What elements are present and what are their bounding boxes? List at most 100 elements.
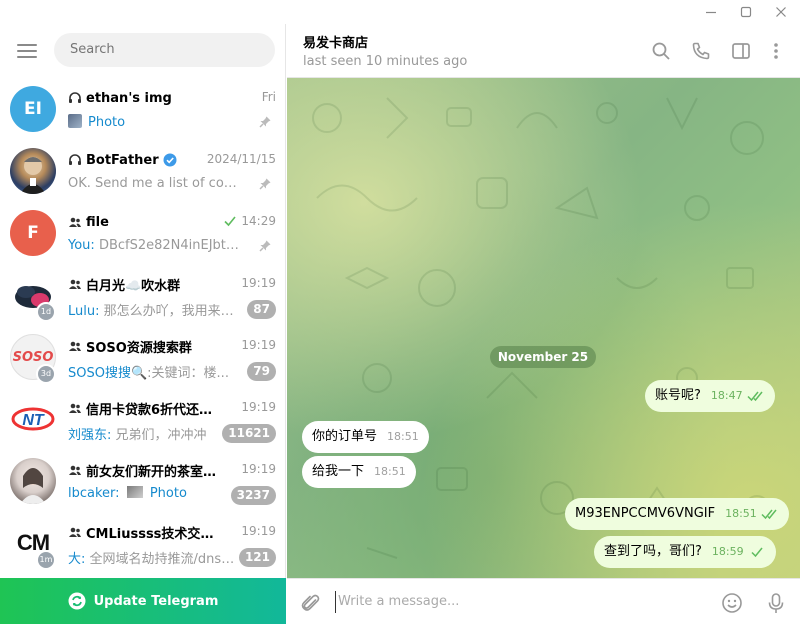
subscription-badge: 1m (36, 550, 56, 570)
search-input[interactable] (54, 33, 275, 67)
chat-time: 2024/11/15 (206, 152, 276, 166)
chat-time: 19:19 (241, 400, 276, 414)
chat-item-tea-room[interactable]: 前女友们新开的茶室 | ... 19:19 lbcaker: Photo 323… (0, 450, 286, 512)
check-icon (751, 547, 763, 557)
chat-preview: You: DBcfS2e82N4inEJbtktZ2... (68, 238, 246, 256)
nt-logo-icon: NT (11, 407, 55, 431)
minimize-icon (706, 11, 716, 14)
chat-item-cmliussss[interactable]: CM 1m CMLiussss技术交流群 19:19 大: 全网域名劫持推流/d… (0, 512, 286, 574)
avatar: NT (10, 396, 56, 442)
chat-preview: OK. Send me a list of comma... (68, 176, 246, 191)
chat-item-botfather[interactable]: BotFather 2024/11/15 OK. Send me a list … (0, 140, 286, 202)
message-bubble-outgoing[interactable]: 查到了吗，哥们? 18:59 (594, 536, 776, 568)
chat-time: 19:19 (241, 276, 276, 290)
chat-preview: Photo (68, 114, 246, 132)
chat-item-credit-card[interactable]: NT 信用卡贷款6折代还、7... 19:19 刘强东: 兄弟们，冲冲冲 116… (0, 388, 286, 450)
conversation-title: 易发卡商店 (303, 36, 369, 51)
message-area[interactable]: November 25 账号呢? 18:47 你的订单号 18:51 给我一下 18:… (287, 78, 800, 578)
chat-name: BotFather (68, 151, 218, 169)
message-text: 账号呢? (655, 388, 701, 403)
message-time: 18:51 (374, 465, 406, 478)
photo-thumbnail-icon (126, 486, 143, 498)
chat-item-soso[interactable]: SOSO 3d SOSO资源搜索群 19:19 SOSO搜搜🔍:关键词：楼...… (0, 326, 286, 388)
avatar (10, 458, 56, 504)
preview-text: Photo (88, 115, 126, 130)
chat-name: 白月光☁️吹水群 (68, 275, 218, 293)
headphones-icon (69, 92, 81, 103)
message-bubble-outgoing[interactable]: M93ENPCCMV6VNGIF 18:51 (565, 498, 789, 530)
message-input[interactable]: Write a message... (335, 591, 695, 613)
date-separator: November 25 (490, 346, 596, 368)
avatar (10, 148, 56, 194)
preview-text: 兄弟们，冲冲冲 (115, 428, 207, 442)
chat-name: 信用卡贷款6折代还、7... (68, 399, 218, 417)
main-menu-button[interactable] (14, 40, 40, 62)
preview-sender: Lulu: (68, 304, 100, 318)
group-icon (69, 403, 81, 413)
search-icon[interactable] (651, 41, 671, 61)
update-telegram-button[interactable]: Update Telegram (0, 578, 286, 624)
preview-sender: You: (68, 238, 95, 253)
more-options-icon[interactable] (766, 41, 786, 61)
maximize-button[interactable] (731, 0, 761, 24)
chat-time: 19:19 (241, 338, 276, 352)
menu-icon-line (17, 44, 37, 46)
phone-icon[interactable] (691, 41, 711, 61)
close-icon (776, 7, 786, 17)
chat-preview: Lulu: 那怎么办吖，我用来激... (68, 300, 246, 318)
message-text: 查到了吗，哥们? (604, 544, 702, 559)
window-titlebar (0, 0, 800, 24)
conversation-status: last seen 10 minutes ago (303, 54, 468, 69)
message-bubble-outgoing[interactable]: 账号呢? 18:47 (645, 380, 775, 412)
chat-item-file[interactable]: F file 14:29 You: DBcfS2e82N4inEJbtktZ2.… (0, 202, 286, 264)
minimize-button[interactable] (696, 0, 726, 24)
preview-text: DBcfS2e82N4inEJbtktZ2... (98, 238, 246, 253)
message-composer: Write a message... (287, 578, 800, 624)
chat-name: CMLiussss技术交流群 (68, 523, 218, 541)
conversation-panel: 易发卡商店 last seen 10 minutes ago November … (287, 24, 800, 624)
chat-item-ethans-img[interactable]: EI ethan's img Fri Photo (0, 78, 286, 140)
chat-name-text: 前女友们新开的茶室 | ... (86, 464, 218, 480)
conversation-header[interactable]: 易发卡商店 last seen 10 minutes ago (287, 24, 800, 78)
read-check-icon (224, 216, 237, 227)
chat-name: SOSO资源搜索群 (68, 337, 218, 355)
unread-badge: 79 (247, 362, 276, 381)
preview-text: 全网域名劫持推流/dns劫... (89, 552, 246, 566)
chat-name: file (68, 213, 218, 231)
microphone-icon[interactable] (765, 592, 787, 614)
preview-sender: SOSO搜搜 (68, 366, 131, 380)
person-avatar-icon (20, 468, 46, 504)
preview-text: Photo (149, 486, 187, 501)
sidebar-toggle-icon[interactable] (731, 41, 751, 61)
message-text: M93ENPCCMV6VNGIF (575, 506, 716, 521)
preview-sender: 大: (68, 552, 86, 566)
message-bubble-incoming[interactable]: 给我一下 18:51 (302, 456, 416, 488)
emoji-icon[interactable] (721, 592, 743, 614)
chat-time-text: 14:29 (241, 214, 276, 228)
subscription-badge: 1d (36, 302, 56, 322)
botfather-avatar-icon (20, 157, 46, 194)
subscription-badge-text: 1m (38, 552, 54, 568)
group-icon (69, 341, 81, 351)
subscription-badge-text: 1d (38, 304, 54, 320)
attach-icon[interactable] (300, 592, 322, 614)
pin-icon (259, 116, 271, 128)
message-bubble-incoming[interactable]: 你的订单号 18:51 (302, 421, 429, 453)
chat-name-text: file (86, 214, 109, 230)
chat-list-panel: EI ethan's img Fri Photo BotFather 2024/… (0, 24, 286, 624)
photo-thumbnail-icon (68, 114, 82, 128)
chat-item-baiyueguang[interactable]: 1d 白月光☁️吹水群 19:19 Lulu: 那怎么办吖，我用来激... 87 (0, 264, 286, 326)
chat-name: ethan's img (68, 89, 218, 107)
close-button[interactable] (766, 0, 796, 24)
message-time: 18:59 (711, 545, 744, 558)
unread-badge: 11621 (222, 424, 276, 443)
chat-name: 前女友们新开的茶室 | ... (68, 461, 218, 479)
chat-name-text: SOSO资源搜索群 (86, 340, 192, 356)
chat-time: 19:19 (241, 524, 276, 538)
group-icon (69, 527, 81, 537)
avatar: EI (10, 86, 56, 132)
chat-name-text: CMLiussss技术交流群 (86, 526, 218, 542)
message-text: 给我一下 (312, 464, 365, 479)
avatar-text: SOSO (12, 349, 54, 365)
chat-time: 19:19 (241, 462, 276, 476)
